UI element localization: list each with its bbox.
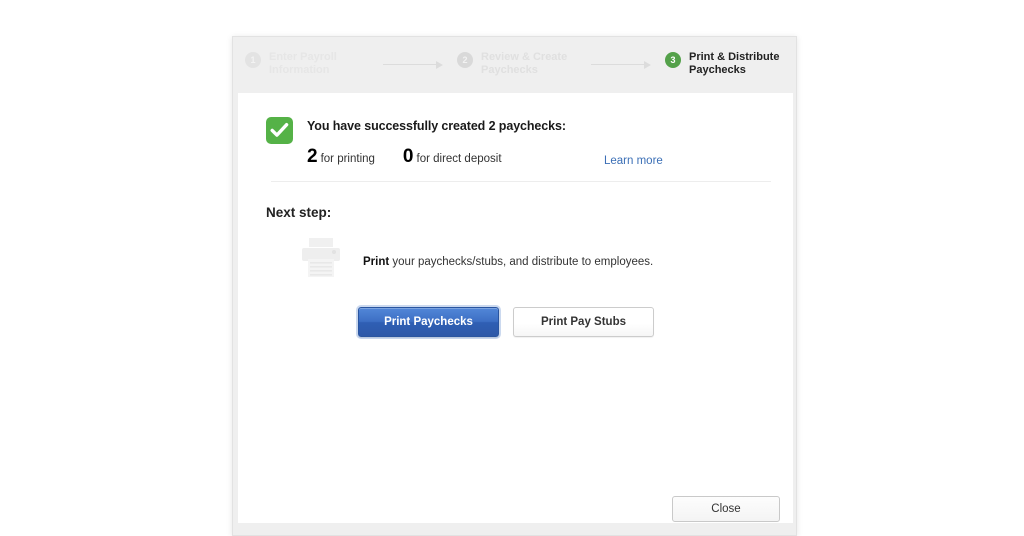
print-paychecks-button[interactable]: Print Paychecks: [356, 305, 501, 339]
count-for-printing-caption: for printing: [320, 153, 375, 165]
next-step-description-rest: your paychecks/stubs, and distribute to …: [389, 255, 654, 268]
printer-icon: [298, 237, 344, 284]
count-for-direct-deposit-caption: for direct deposit: [416, 153, 502, 165]
step-review-create-paychecks[interactable]: 2 Review & Create Paychecks: [457, 51, 573, 77]
payroll-dialog: 1 Enter Payroll Information 2 Review & C…: [232, 36, 797, 536]
count-for-printing: 2 for printing: [307, 146, 375, 168]
arrow-right-icon-2: [591, 60, 651, 70]
step-3-label-line2: Paychecks: [689, 64, 746, 76]
next-step-description-bold: Print: [363, 255, 390, 268]
green-check-icon: [266, 117, 293, 144]
step-3-label: Print & Distribute Paychecks: [689, 51, 799, 77]
print-pay-stubs-button[interactable]: Print Pay Stubs: [513, 307, 654, 337]
payroll-stepper: 1 Enter Payroll Information 2 Review & C…: [233, 37, 796, 93]
step-1-label-line2: Information: [269, 64, 330, 76]
next-step-description: Print your paychecks/stubs, and distribu…: [363, 254, 653, 268]
dialog-content-panel: You have successfully created 2 paycheck…: [238, 93, 793, 523]
step-print-distribute-paychecks[interactable]: 3 Print & Distribute Paychecks: [665, 51, 799, 77]
step-1-badge: 1: [245, 52, 261, 68]
next-step-title: Next step:: [266, 205, 332, 220]
action-button-row: Print Paychecks Print Pay Stubs: [356, 305, 793, 339]
success-headline: You have successfully created 2 paycheck…: [307, 119, 566, 133]
count-for-printing-number: 2: [307, 146, 318, 167]
count-for-direct-deposit-number: 0: [402, 146, 414, 167]
step-2-label-line1: Review & Create: [481, 51, 568, 63]
success-message-block: You have successfully created 2 paycheck…: [238, 93, 793, 168]
learn-more-link[interactable]: Learn more: [604, 155, 663, 167]
step-3-badge: 3: [665, 52, 681, 68]
paycheck-counts-row: 2 for printing 0 for direct deposit Lear…: [307, 146, 707, 168]
step-3-label-line1: Print & Distribute: [689, 51, 780, 63]
step-1-label: Enter Payroll Information: [269, 51, 361, 77]
step-2-label: Review & Create Paychecks: [481, 51, 573, 77]
step-enter-payroll-information[interactable]: 1 Enter Payroll Information: [245, 51, 361, 77]
count-for-direct-deposit: 0 for direct deposit: [403, 146, 502, 168]
step-2-badge: 2: [457, 52, 473, 68]
arrow-right-icon-1: [383, 60, 443, 70]
success-text-group: You have successfully created 2 paycheck…: [307, 117, 707, 168]
dialog-footer: Close: [233, 487, 796, 535]
step-1-label-line1: Enter Payroll: [269, 51, 337, 63]
next-step-row: Print your paychecks/stubs, and distribu…: [298, 237, 793, 284]
section-divider: [271, 181, 771, 182]
close-button[interactable]: Close: [672, 496, 780, 522]
step-2-label-line2: Paychecks: [481, 64, 538, 76]
